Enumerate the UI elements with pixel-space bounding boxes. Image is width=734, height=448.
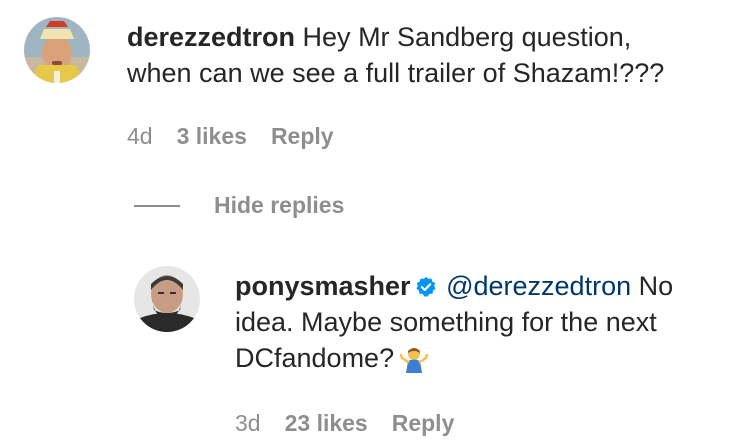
reply-reply-button[interactable]: Reply — [392, 410, 455, 437]
comment-avatar[interactable] — [24, 17, 90, 83]
comment-time[interactable]: 4d — [127, 123, 153, 150]
reply-content: ponysmasher @derezzedtron No idea. Maybe… — [235, 266, 715, 376]
reply-mention[interactable]: @derezzedtron — [446, 271, 631, 301]
comment-likes[interactable]: 3 likes — [177, 123, 247, 150]
user-avatar-icon — [134, 266, 200, 332]
shrug-emoji-icon — [400, 348, 429, 373]
reply-username[interactable]: ponysmasher — [235, 271, 411, 301]
hide-replies-label: Hide replies — [214, 192, 345, 218]
reply-time[interactable]: 3d — [235, 410, 261, 437]
hide-replies-divider — [134, 204, 180, 207]
user-avatar-icon — [24, 17, 90, 83]
reply-avatar[interactable] — [134, 266, 200, 332]
comment: derezzedtron Hey Mr Sandberg question, w… — [24, 17, 697, 91]
hide-replies-button[interactable]: Hide replies — [134, 192, 344, 219]
reply-meta: 3d 23 likes Reply — [235, 410, 454, 437]
reply-likes[interactable]: 23 likes — [285, 410, 368, 437]
verified-badge-icon — [416, 276, 436, 297]
comment-username[interactable]: derezzedtron — [127, 22, 295, 52]
reply-text-block: ponysmasher @derezzedtron No idea. Maybe… — [235, 268, 715, 376]
reply: ponysmasher @derezzedtron No idea. Maybe… — [134, 266, 715, 376]
comment-text-block: derezzedtron Hey Mr Sandberg question, w… — [127, 19, 697, 91]
comment-meta: 4d 3 likes Reply — [127, 123, 334, 150]
comment-reply-button[interactable]: Reply — [271, 123, 334, 150]
comment-content: derezzedtron Hey Mr Sandberg question, w… — [127, 17, 697, 91]
